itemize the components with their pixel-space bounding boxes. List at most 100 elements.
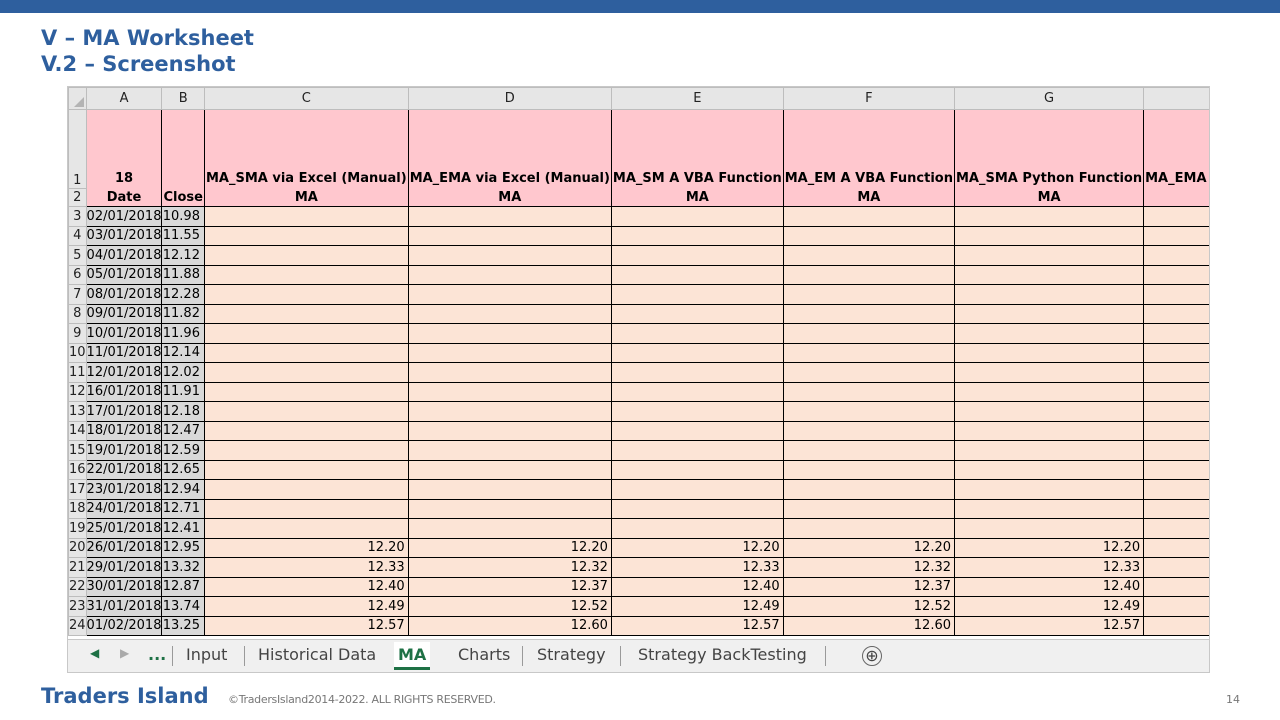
ma-value-cell[interactable] <box>203 381 409 402</box>
ma-value-cell[interactable] <box>782 323 956 344</box>
ma-value-cell[interactable] <box>1143 284 1209 305</box>
close-cell[interactable]: 12.87 <box>161 576 205 597</box>
ma-value-cell[interactable]: 12.40 <box>953 576 1145 597</box>
close-cell[interactable]: 12.47 <box>161 420 205 441</box>
ma-value-cell[interactable] <box>407 440 612 461</box>
ma-value-cell[interactable] <box>203 440 409 461</box>
row-number[interactable]: 23 <box>68 596 87 617</box>
ma-value-cell[interactable] <box>1143 518 1209 539</box>
ma-value-cell[interactable] <box>953 420 1145 441</box>
column-header[interactable]: B <box>161 87 205 110</box>
date-cell[interactable]: 25/01/2018 <box>85 518 163 539</box>
ma-value-cell[interactable] <box>953 459 1145 480</box>
ma-value-cell[interactable] <box>407 459 612 480</box>
column-unit-cell[interactable]: MA <box>782 188 956 207</box>
row-number[interactable]: 16 <box>68 459 87 480</box>
ma-value-cell[interactable] <box>782 303 956 324</box>
tab-ellipsis[interactable]: ... <box>144 642 170 670</box>
ma-value-cell[interactable] <box>610 284 784 305</box>
ma-value-cell[interactable] <box>1143 440 1209 461</box>
ma-value-cell[interactable] <box>407 342 612 363</box>
date-cell[interactable]: 11/01/2018 <box>85 342 163 363</box>
ma-value-cell[interactable]: 12.20 <box>782 537 956 558</box>
ma-value-cell[interactable] <box>782 498 956 519</box>
ma-value-cell[interactable] <box>203 264 409 285</box>
date-cell[interactable]: 23/01/2018 <box>85 479 163 500</box>
ma-value-cell[interactable] <box>610 420 784 441</box>
ma-value-cell[interactable] <box>1143 479 1209 500</box>
ma-value-cell[interactable] <box>610 498 784 519</box>
close-cell[interactable]: 11.91 <box>161 381 205 402</box>
ma-value-cell[interactable] <box>953 284 1145 305</box>
ma-value-cell[interactable] <box>407 420 612 441</box>
ma-value-cell[interactable]: 12.20 <box>1143 537 1209 558</box>
ma-value-cell[interactable] <box>203 479 409 500</box>
column-header[interactable]: C <box>203 87 409 110</box>
ma-value-cell[interactable] <box>610 206 784 227</box>
ma-value-cell[interactable] <box>953 245 1145 266</box>
date-cell[interactable]: 17/01/2018 <box>85 401 163 422</box>
column-title-cell[interactable]: MA_SMA Python Function <box>953 109 1145 189</box>
ma-value-cell[interactable]: 12.33 <box>203 557 409 578</box>
ma-value-cell[interactable] <box>953 225 1145 246</box>
close-cell[interactable]: 12.65 <box>161 459 205 480</box>
date-cell[interactable]: 30/01/2018 <box>85 576 163 597</box>
row-number[interactable]: 18 <box>68 498 87 519</box>
row-number[interactable]: 14 <box>68 420 87 441</box>
row-number[interactable]: 2 <box>68 188 87 207</box>
column-title-cell[interactable]: MA_SM A VBA Function <box>610 109 784 189</box>
column-unit-cell[interactable]: MA <box>1143 188 1209 207</box>
ma-value-cell[interactable] <box>610 264 784 285</box>
ma-value-cell[interactable] <box>407 362 612 383</box>
column-title-cell[interactable]: MA_EM A VBA Function <box>782 109 956 189</box>
row-number[interactable]: 11 <box>68 362 87 383</box>
row-number[interactable]: 24 <box>68 615 87 636</box>
row-number[interactable]: 21 <box>68 557 87 578</box>
ma-value-cell[interactable] <box>203 303 409 324</box>
tab-input[interactable]: Input <box>182 642 231 670</box>
column-header[interactable]: F <box>782 87 956 110</box>
ma-value-cell[interactable] <box>782 479 956 500</box>
ma-value-cell[interactable] <box>407 381 612 402</box>
row-number[interactable]: 9 <box>68 323 87 344</box>
ma-value-cell[interactable] <box>407 479 612 500</box>
ma-value-cell[interactable] <box>953 518 1145 539</box>
column-header[interactable]: D <box>407 87 612 110</box>
ma-value-cell[interactable] <box>1143 323 1209 344</box>
ma-value-cell[interactable] <box>953 303 1145 324</box>
ma-value-cell[interactable]: 12.40 <box>610 576 784 597</box>
ma-value-cell[interactable] <box>1143 342 1209 363</box>
column-title-cell[interactable]: 18 <box>85 109 163 189</box>
row-number[interactable]: 5 <box>68 245 87 266</box>
column-unit-cell[interactable]: MA <box>407 188 612 207</box>
close-cell[interactable]: 11.82 <box>161 303 205 324</box>
ma-value-cell[interactable] <box>953 342 1145 363</box>
column-header[interactable]: E <box>610 87 784 110</box>
column-header[interactable]: H <box>1143 87 1209 110</box>
ma-value-cell[interactable] <box>1143 381 1209 402</box>
ma-value-cell[interactable] <box>610 381 784 402</box>
close-cell[interactable]: 12.02 <box>161 362 205 383</box>
close-cell[interactable]: 11.96 <box>161 323 205 344</box>
date-cell[interactable]: 18/01/2018 <box>85 420 163 441</box>
close-cell[interactable]: 12.71 <box>161 498 205 519</box>
ma-value-cell[interactable] <box>953 206 1145 227</box>
row-number[interactable]: 22 <box>68 576 87 597</box>
ma-value-cell[interactable] <box>407 206 612 227</box>
date-cell[interactable]: 29/01/2018 <box>85 557 163 578</box>
ma-value-cell[interactable] <box>407 284 612 305</box>
ma-value-cell[interactable] <box>1143 459 1209 480</box>
ma-value-cell[interactable]: 12.37 <box>782 576 956 597</box>
column-unit-cell[interactable]: MA <box>953 188 1145 207</box>
row-number[interactable]: 1 <box>68 109 87 189</box>
ma-value-cell[interactable] <box>203 323 409 344</box>
ma-value-cell[interactable] <box>407 518 612 539</box>
close-cell[interactable]: 12.18 <box>161 401 205 422</box>
ma-value-cell[interactable]: 12.57 <box>203 615 409 636</box>
ma-value-cell[interactable] <box>610 323 784 344</box>
column-header[interactable]: G <box>953 87 1145 110</box>
ma-value-cell[interactable] <box>407 401 612 422</box>
date-cell[interactable]: 08/01/2018 <box>85 284 163 305</box>
ma-value-cell[interactable] <box>953 323 1145 344</box>
ma-value-cell[interactable] <box>407 245 612 266</box>
